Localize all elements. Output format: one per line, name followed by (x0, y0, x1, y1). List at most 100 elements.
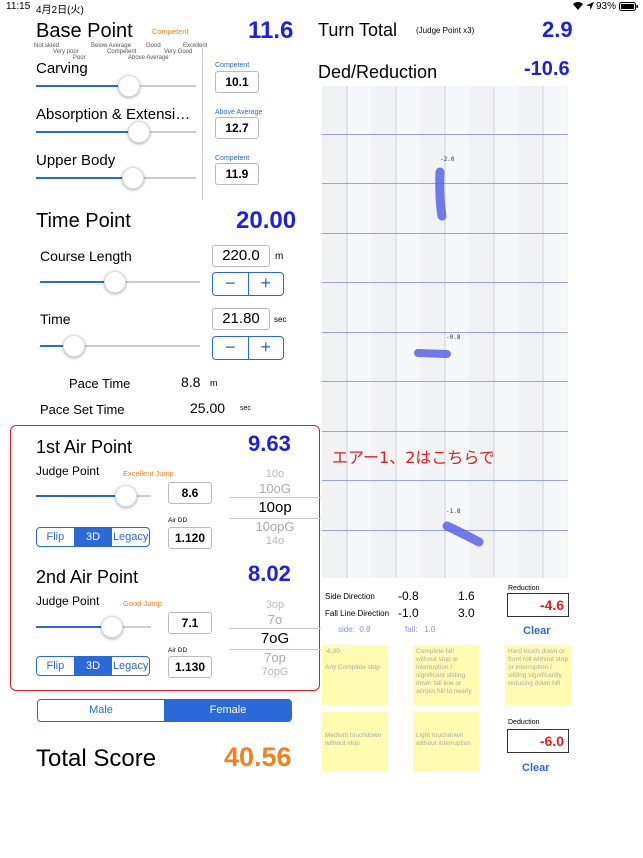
time-value[interactable]: 21.80 (212, 308, 270, 330)
picker-option-selected[interactable]: 10op (229, 497, 321, 519)
air1-title: 1st Air Point (36, 437, 133, 457)
course-marks (414, 167, 484, 547)
time-unit: sec (274, 315, 287, 324)
side-summary: side: 0.8 (338, 625, 371, 634)
upper-body-slider[interactable] (36, 177, 196, 179)
picker-option[interactable]: 7op (229, 650, 321, 666)
segment-flip[interactable]: Flip (37, 657, 74, 675)
picker-option[interactable]: 3op (229, 599, 321, 612)
absorption-slider[interactable] (36, 131, 196, 133)
air2-title: 2nd Air Point (36, 567, 139, 587)
air2-judge-value[interactable]: 7.1 (168, 612, 212, 634)
turn-total-note: (Judge Point x3) (416, 26, 475, 35)
status-bar: 11:15 4月2日(火) 93% (0, 0, 643, 16)
decrement-button[interactable]: − (213, 337, 248, 359)
deduction-option-light-touchdown[interactable]: Light touchdown without interruption (413, 712, 479, 772)
gender-male[interactable]: Male (38, 700, 164, 721)
upper-body-value[interactable]: 11.9 (215, 163, 259, 185)
air2-dd-value[interactable]: 1.130 (168, 656, 212, 678)
picker-option[interactable]: 10oG (229, 481, 321, 497)
reduction-clear-button[interactable]: Clear (523, 625, 551, 637)
fall-line-direction-a: -1.0 (398, 606, 419, 620)
picker-option[interactable]: 10opG (229, 519, 321, 535)
decrement-button[interactable]: − (213, 273, 248, 295)
battery-percent: 93% (596, 1, 617, 12)
turn-total-value: 2.9 (542, 17, 573, 42)
segment-legacy[interactable]: Legacy (111, 528, 149, 546)
absorption-grade: Above Average (215, 109, 263, 116)
gender-female[interactable]: Female (164, 700, 291, 721)
scale-label: Very Good (164, 49, 193, 55)
air1-dd-label: Air DD (168, 517, 188, 524)
location-icon (585, 1, 595, 14)
air2-judge-slider-thumb[interactable] (101, 616, 123, 638)
air2-type-segment[interactable]: Flip 3D Legacy (36, 656, 150, 676)
picker-option[interactable]: 14o (229, 535, 321, 548)
time-slider-thumb[interactable] (63, 335, 85, 357)
air-annotation: エアー1、2はこちらで (332, 448, 495, 467)
air1-type-segment[interactable]: Flip 3D Legacy (36, 527, 150, 547)
carving-value[interactable]: 10.1 (215, 71, 259, 93)
time-point-title: Time Point (36, 210, 131, 232)
side-direction-a: -0.8 (398, 589, 419, 603)
air1-value: 9.63 (248, 431, 291, 456)
carving-grade: Competent (215, 62, 250, 69)
absorption-slider-thumb[interactable] (128, 121, 150, 143)
fall-line-direction-b: 3.0 (458, 606, 475, 620)
segment-3d[interactable]: 3D (73, 657, 112, 675)
turn-total-title: Turn Total (318, 20, 398, 40)
scale-divider (202, 48, 203, 200)
air1-trick-picker[interactable]: 10o 10oG 10op 10opG 14o (229, 468, 321, 548)
course-length-slider-thumb[interactable] (104, 271, 126, 293)
increment-button[interactable]: + (247, 273, 284, 295)
picker-option[interactable]: 7o (229, 612, 321, 628)
gender-segment[interactable]: Male Female (37, 699, 292, 722)
increment-button[interactable]: + (247, 337, 284, 359)
segment-flip[interactable]: Flip (37, 528, 74, 546)
course-drawing-area[interactable]: -2.0 -0.8 -1.8 エアー1、2はこちらで (322, 86, 568, 578)
upper-body-slider-thumb[interactable] (122, 167, 144, 189)
status-date: 4月2日(火) (36, 5, 84, 16)
deduction-clear-button[interactable]: Clear (522, 762, 550, 774)
side-direction-b: 1.6 (458, 589, 475, 603)
carving-slider[interactable] (36, 85, 196, 87)
deduction-option-hard-touchdown[interactable]: Hard touch down or front roll without st… (505, 645, 571, 705)
time-stepper[interactable]: − + (212, 336, 284, 360)
air1-judge-slider-thumb[interactable] (115, 485, 137, 507)
picker-option[interactable]: 7opG (229, 666, 321, 679)
picker-option-selected[interactable]: 7oG (229, 628, 321, 650)
air2-dd-label: Air DD (168, 647, 188, 654)
air2-trick-picker[interactable]: 3op 7o 7oG 7op 7opG (229, 599, 321, 679)
scale-label: Above Average (128, 55, 169, 61)
course-length-label: Course Length (40, 248, 132, 264)
absorption-label: Absorption & Extensi… (36, 106, 191, 123)
upper-body-grade: Competent (215, 155, 250, 162)
total-score-value: 40.56 (224, 742, 292, 772)
time-point-value: 20.00 (236, 207, 297, 234)
deduction-option-complete-fall[interactable]: Complete fall without stop or interrupti… (413, 645, 479, 705)
air1-judge-value[interactable]: 8.6 (168, 482, 212, 504)
course-length-stepper[interactable]: − + (212, 272, 284, 296)
segment-legacy[interactable]: Legacy (111, 657, 149, 675)
time-label: Time (40, 311, 71, 327)
deduction-option-medium-touchdown[interactable]: Medium touchdown without stop (322, 712, 388, 772)
reduction-value: -4.6 (507, 593, 569, 617)
fall-line-direction-label: Fall Line Direction (325, 609, 390, 618)
air1-dd-value[interactable]: 1.120 (168, 527, 212, 549)
picker-option[interactable]: 10o (229, 468, 321, 481)
absorption-value[interactable]: 12.7 (215, 117, 259, 139)
reduction-label: Reduction (508, 585, 540, 592)
pace-time-label: Pace Time (69, 376, 131, 391)
carving-slider-thumb[interactable] (118, 75, 140, 97)
course-length-value[interactable]: 220.0 (212, 245, 270, 267)
fall-summary: fall: 1.0 (405, 625, 436, 634)
deduction-label: Deduction (508, 719, 540, 726)
air2-judge-label: Judge Point (36, 594, 100, 608)
segment-3d[interactable]: 3D (73, 528, 112, 546)
ded-reduction-title: Ded/Reduction (318, 62, 438, 82)
upper-body-label: Upper Body (36, 152, 116, 169)
status-time: 11:15 (6, 1, 31, 12)
air2-judge-slider[interactable] (36, 626, 151, 628)
deduction-option-complete-stop[interactable]: -6.00 Any Complete stop (322, 645, 388, 705)
pace-time-value: 8.8 (181, 374, 201, 390)
